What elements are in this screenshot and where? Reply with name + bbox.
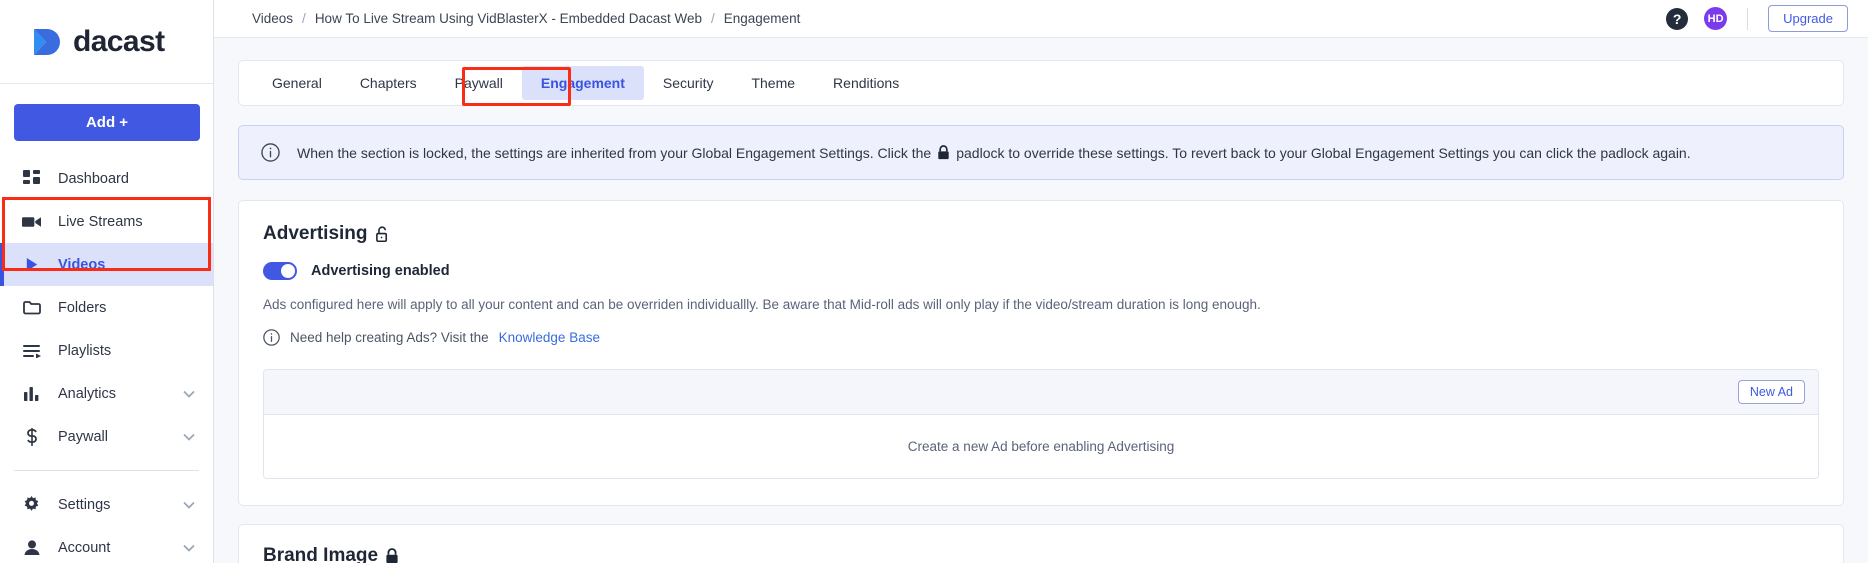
sidebar-item-account[interactable]: Account [0,526,213,563]
banner-text-after: padlock to override these settings. To r… [956,144,1691,161]
new-ad-button[interactable]: New Ad [1737,380,1805,404]
ads-table-header: New Ad [264,370,1818,415]
knowledge-base-row: Need help creating Ads? Visit the Knowle… [263,329,1819,346]
knowledge-base-text: Need help creating Ads? Visit the [290,330,489,345]
sidebar-item-dashboard[interactable]: Dashboard [0,157,213,200]
breadcrumb: Videos / How To Live Stream Using VidBla… [214,11,800,26]
ads-table: New Ad Create a new Ad before enabling A… [263,369,1819,479]
advertising-toggle-row: Advertising enabled [263,262,1819,280]
chevron-down-icon[interactable] [183,544,195,552]
play-triangle-icon [22,255,41,274]
breadcrumb-item-video-title[interactable]: How To Live Stream Using VidBlasterX - E… [315,11,702,26]
add-button[interactable]: Add + [14,104,200,141]
bar-chart-icon [22,384,41,403]
banner-text-before: When the section is locked, the settings… [297,144,932,161]
sidebar-item-label: Analytics [58,385,117,402]
toggle-knob [281,264,295,278]
breadcrumb-separator: / [711,11,715,26]
advertising-toggle-label: Advertising enabled [311,263,450,279]
sidebar: dacast Add + Dashboard Live Streams Vide… [0,0,214,563]
tab-chapters[interactable]: Chapters [341,66,436,100]
topbar-divider [1747,7,1749,30]
advertising-toggle[interactable] [263,262,297,280]
tab-paywall[interactable]: Paywall [436,66,522,100]
sidebar-item-label: Account [58,539,111,556]
gear-icon [22,495,41,514]
sidebar-divider [14,470,199,471]
person-icon [22,538,41,557]
tab-general[interactable]: General [253,66,341,100]
video-camera-icon [22,212,41,231]
brand-image-section-title: Brand Image [263,545,1819,563]
topbar-actions: ? HD Upgrade [1666,5,1868,32]
advertising-description: Ads configured here will apply to all yo… [263,297,1261,312]
advertising-section-title: Advertising [263,223,1819,245]
sidebar-item-playlists[interactable]: Playlists [0,329,213,372]
dashboard-grid-icon [22,169,41,188]
sidebar-item-label: Folders [58,299,107,316]
breadcrumb-separator: / [302,11,306,26]
brand-image-panel: Brand Image [238,524,1844,563]
padlock-unlocked-icon[interactable] [375,225,390,243]
upgrade-button[interactable]: Upgrade [1768,5,1848,32]
brand-image-title-text: Brand Image [263,545,379,563]
sidebar-item-label: Playlists [58,342,112,359]
chevron-down-icon[interactable] [183,501,195,509]
tab-security[interactable]: Security [644,66,733,100]
padlock-locked-icon[interactable] [385,548,399,563]
tab-bar: General Chapters Paywall Engagement Secu… [238,60,1844,106]
sidebar-item-folders[interactable]: Folders [0,286,213,329]
tab-engagement[interactable]: Engagement [521,66,644,100]
dollar-sign-icon [22,427,41,446]
banner-message: When the section is locked, the settings… [297,145,1691,161]
playlist-icon [22,341,41,360]
sidebar-item-live-streams[interactable]: Live Streams [0,200,213,243]
sidebar-item-videos[interactable]: Videos [0,243,213,286]
ads-table-empty-state: Create a new Ad before enabling Advertis… [264,415,1818,478]
sidebar-item-label: Videos [58,256,106,273]
knowledge-base-link[interactable]: Knowledge Base [499,330,600,345]
dacast-logo-icon [30,25,64,59]
avatar[interactable]: HD [1704,7,1728,30]
brand-name: dacast [73,24,165,58]
question-mark-icon[interactable]: ? [1666,7,1689,30]
tab-theme[interactable]: Theme [732,66,814,100]
breadcrumb-item-videos[interactable]: Videos [252,11,293,26]
main-area: Videos / How To Live Stream Using VidBla… [214,0,1868,563]
sidebar-item-label: Live Streams [58,213,143,230]
app-root: dacast Add + Dashboard Live Streams Vide… [0,0,1868,563]
sidebar-item-label: Dashboard [58,170,129,187]
breadcrumb-item-engagement: Engagement [723,11,801,26]
sidebar-item-label: Paywall [58,428,108,445]
sidebar-nav: Dashboard Live Streams Videos Folders Pl… [0,157,213,563]
sidebar-item-paywall[interactable]: Paywall [0,415,213,458]
brand-logo[interactable]: dacast [0,0,213,84]
advertising-panel: Advertising Advertising enabled Ads conf… [238,200,1844,506]
sidebar-item-settings[interactable]: Settings [0,483,213,526]
advertising-title-text: Advertising [263,223,368,244]
padlock-locked-icon [937,145,950,160]
sidebar-item-label: Settings [58,496,111,513]
content: General Chapters Paywall Engagement Secu… [214,38,1868,563]
folder-icon [22,298,41,317]
sidebar-item-analytics[interactable]: Analytics [0,372,213,415]
tab-renditions[interactable]: Renditions [814,66,918,100]
chevron-down-icon[interactable] [183,433,195,441]
info-circle-icon [263,329,280,346]
locked-section-banner: When the section is locked, the settings… [238,125,1844,180]
topbar: Videos / How To Live Stream Using VidBla… [214,0,1868,38]
info-circle-icon [261,143,280,162]
chevron-down-icon[interactable] [183,390,195,398]
